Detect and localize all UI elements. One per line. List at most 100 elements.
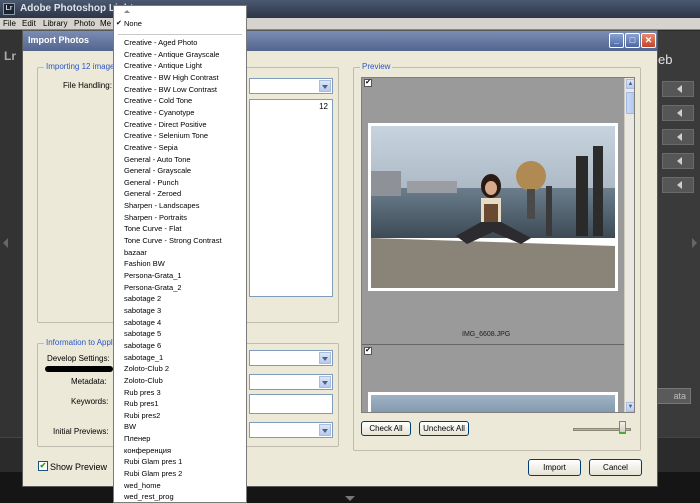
menu-item[interactable]: sabotage 5	[114, 328, 246, 340]
menu-item[interactable]: wed_home	[114, 480, 246, 492]
app-module-label: eb	[658, 52, 673, 67]
menu-metadata[interactable]: Me	[100, 18, 111, 30]
show-preview-checkbox[interactable]: ✔	[38, 461, 48, 471]
minimize-button[interactable]: _	[609, 33, 624, 48]
right-panel-toggle-icon[interactable]	[692, 238, 697, 248]
menu-item[interactable]: Fashion BW	[114, 258, 246, 270]
menu-item[interactable]: Rubi Glam pres 1	[114, 456, 246, 468]
menu-item[interactable]: Creative - Antique Light	[114, 60, 246, 72]
menu-item[interactable]: BW	[114, 421, 246, 433]
preview-scrollbar[interactable]: ▲ ▼	[624, 78, 634, 412]
menu-item[interactable]: Sharpen - Portraits	[114, 212, 246, 224]
menu-item[interactable]: sabotage 6	[114, 340, 246, 352]
menu-item[interactable]: Zoloto-Club	[114, 375, 246, 387]
chevron-down-icon[interactable]	[319, 376, 331, 388]
uncheck-all-button[interactable]: Uncheck All	[419, 421, 469, 436]
right-panel-button[interactable]	[662, 129, 694, 145]
collapse-arrow-icon	[677, 109, 682, 117]
metadata-select[interactable]	[249, 374, 333, 390]
scroll-up-button[interactable]: ▲	[626, 79, 634, 89]
menu-item[interactable]: Rub pres 3	[114, 387, 246, 399]
initial-previews-select[interactable]	[249, 422, 333, 438]
scroll-down-button[interactable]: ▼	[626, 402, 634, 412]
menu-item[interactable]: Persona-Grata_1	[114, 270, 246, 282]
app-menubar: File Edit Library Photo Me	[0, 18, 700, 30]
menu-item[interactable]: wed_rest_prog	[114, 491, 246, 502]
menu-item[interactable]: General - Zeroed	[114, 188, 246, 200]
filmstrip-toggle-icon[interactable]	[345, 496, 355, 501]
menu-item[interactable]: Persona-Grata_2	[114, 282, 246, 294]
menu-item[interactable]: Creative - Selenium Tone	[114, 130, 246, 142]
develop-settings-dropdown[interactable]: ✔ None Creative - Aged Photo Creative - An…	[113, 5, 247, 503]
thumbnail-cell[interactable]: ✔	[362, 78, 624, 344]
scroll-thumb[interactable]	[626, 92, 634, 114]
keywords-input[interactable]	[249, 394, 333, 414]
photo-thumbnail[interactable]	[368, 392, 618, 412]
files-list[interactable]: 12	[249, 99, 333, 297]
checkmark-icon: ✔	[39, 461, 47, 470]
menu-item[interactable]: конференция	[114, 445, 246, 457]
menu-item[interactable]: General - Punch	[114, 177, 246, 189]
right-panel-button[interactable]	[662, 81, 694, 97]
menu-item[interactable]: Tone Curve - Strong Contrast	[114, 235, 246, 247]
cancel-button[interactable]: Cancel	[589, 459, 642, 476]
scroll-up-icon[interactable]	[124, 10, 130, 13]
selected-checkmark-icon: ✔	[116, 20, 122, 27]
chevron-down-icon[interactable]	[319, 352, 331, 364]
photo-image	[371, 126, 615, 288]
show-preview-label: Show Preview	[50, 462, 108, 472]
menu-item[interactable]: Creative - BW High Contrast	[114, 72, 246, 84]
menu-item[interactable]: Rubi pres2	[114, 410, 246, 422]
menu-item[interactable]: Sharpen - Landscapes	[114, 200, 246, 212]
menu-item[interactable]: bazaar	[114, 247, 246, 259]
dialog-title: Import Photos	[28, 35, 89, 45]
close-button[interactable]: ✕	[641, 33, 656, 48]
menu-item[interactable]: General - Grayscale	[114, 165, 246, 177]
thumbnail-cell[interactable]: ✔	[362, 345, 624, 412]
menu-item[interactable]: Creative - Antique Grayscale	[114, 49, 246, 61]
menu-edit[interactable]: Edit	[22, 18, 36, 30]
menu-photo[interactable]: Photo	[74, 18, 95, 30]
right-panel-button[interactable]	[662, 105, 694, 121]
menu-item[interactable]: Creative - Cold Tone	[114, 95, 246, 107]
preview-thumbnails[interactable]: ✔ IMG_6608.JPG ✔ ▲ ▼	[361, 77, 635, 413]
information-group-label: Information to Apply	[44, 338, 119, 347]
menu-item[interactable]: Creative - Cyanotype	[114, 107, 246, 119]
develop-settings-label: Develop Settings:	[47, 354, 110, 363]
menu-item[interactable]: sabotage 2	[114, 293, 246, 305]
menu-item[interactable]: sabotage_1	[114, 352, 246, 364]
menu-item[interactable]: Creative - BW Low Contrast	[114, 84, 246, 96]
chevron-down-icon[interactable]	[319, 424, 331, 436]
file-count: 12	[319, 102, 328, 111]
check-all-button[interactable]: Check All	[361, 421, 411, 436]
thumbnail-checkbox[interactable]: ✔	[364, 347, 372, 355]
chevron-down-icon[interactable]	[319, 80, 331, 92]
maximize-button[interactable]: □	[625, 33, 640, 48]
menu-item[interactable]: Zoloto-Club 2	[114, 363, 246, 375]
develop-settings-select[interactable]	[249, 350, 333, 366]
menu-item[interactable]: Creative - Aged Photo	[114, 37, 246, 49]
left-panel-toggle-icon[interactable]	[3, 238, 8, 248]
menu-item[interactable]: Пленер	[114, 433, 246, 445]
thumbnail-checkbox[interactable]: ✔	[364, 79, 372, 87]
menu-item[interactable]: Rub pres1	[114, 398, 246, 410]
collapse-arrow-icon	[677, 181, 682, 189]
right-panel-button[interactable]	[662, 153, 694, 169]
menu-item[interactable]: sabotage 3	[114, 305, 246, 317]
menu-item[interactable]: General - Auto Tone	[114, 154, 246, 166]
photo-thumbnail[interactable]	[368, 123, 618, 291]
menu-item-none[interactable]: ✔ None	[114, 18, 246, 30]
menu-item[interactable]: Creative - Direct Positive	[114, 119, 246, 131]
menu-item[interactable]: Rubi Glam pres 2	[114, 468, 246, 480]
slider-thumb[interactable]	[619, 421, 627, 434]
collapse-arrow-icon	[677, 85, 682, 93]
right-panel-button[interactable]	[662, 177, 694, 193]
redaction-mark	[45, 366, 113, 372]
import-button[interactable]: Import	[528, 459, 581, 476]
menu-file[interactable]: File	[3, 18, 16, 30]
menu-item[interactable]: sabotage 4	[114, 317, 246, 329]
menu-item[interactable]: Tone Curve - Flat	[114, 223, 246, 235]
file-handling-select[interactable]	[249, 78, 333, 94]
menu-item[interactable]: Creative - Sepia	[114, 142, 246, 154]
menu-library[interactable]: Library	[43, 18, 67, 30]
